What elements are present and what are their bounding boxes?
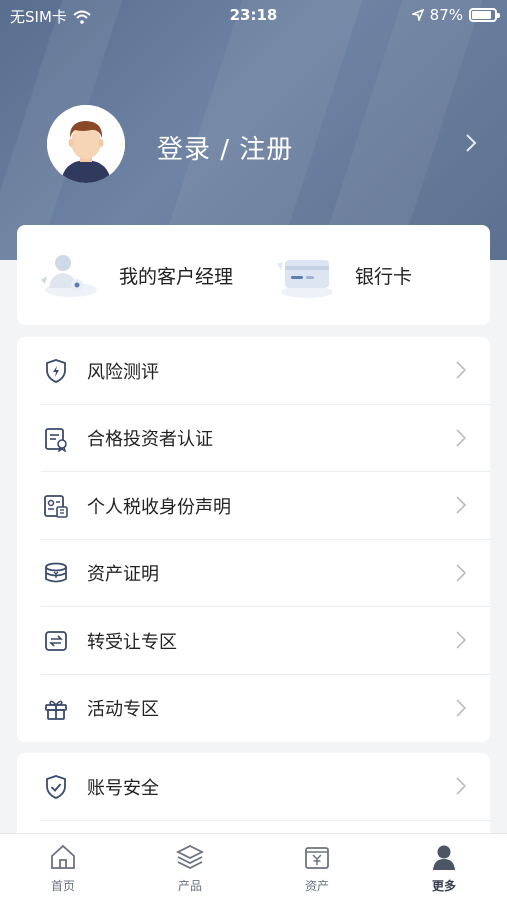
chevron-right-icon xyxy=(456,563,466,582)
location-arrow-icon xyxy=(411,9,424,21)
gift-icon xyxy=(45,700,67,720)
tab-label: 首页 xyxy=(50,879,75,893)
tab-products[interactable]: 产品 xyxy=(127,842,253,894)
chevron-right-icon xyxy=(456,496,466,514)
menu-item-qualified-investor[interactable]: 合格投资者认证 xyxy=(17,405,490,472)
shield-bolt-icon xyxy=(46,359,66,383)
chevron-right-icon xyxy=(456,777,466,795)
menu-item-risk-assessment[interactable]: 风险测评 xyxy=(17,337,490,405)
menu-item-label: 风险测评 xyxy=(87,361,159,383)
chevron-right-icon xyxy=(456,361,466,379)
battery-level-fill xyxy=(472,11,492,19)
user-avatar-icon[interactable] xyxy=(47,105,125,183)
menu-item-label: 资产证明 xyxy=(87,564,159,586)
tab-assets[interactable]: 资产 xyxy=(254,842,380,894)
quick-actions-card: 我的客户经理 银行卡 xyxy=(17,225,490,325)
bank-card-icon xyxy=(277,260,333,298)
menu-item-label: 个人税收身份声明 xyxy=(87,496,231,518)
chevron-right-icon xyxy=(456,698,466,717)
tab-label: 更多 xyxy=(431,879,456,893)
services-menu: 风险测评 合格投资者认证 个人税收身份声明 资产证明 转受让专区 活动专区 xyxy=(17,337,490,742)
bottom-tab-bar: 首页 产品 资产 更多 xyxy=(0,833,507,900)
menu-item-asset-proof[interactable]: 资产证明 xyxy=(17,540,490,607)
transfer-icon xyxy=(45,631,67,651)
menu-item-label: 活动专区 xyxy=(87,699,159,721)
security-menu: 账号安全 xyxy=(17,753,490,843)
menu-item-label: 账号安全 xyxy=(87,777,159,799)
battery-icon xyxy=(469,8,500,22)
menu-item-events-zone[interactable]: 活动专区 xyxy=(17,675,490,743)
shield-check-icon xyxy=(46,775,66,799)
divider xyxy=(41,819,490,821)
bank-card-button[interactable]: 银行卡 xyxy=(273,225,412,325)
chevron-right-icon xyxy=(456,428,466,447)
layers-icon xyxy=(175,844,205,870)
status-bar: 无SIM卡 23:18 87% xyxy=(0,0,507,30)
customer-manager-button[interactable]: 我的客户经理 xyxy=(37,225,233,325)
id-card-icon xyxy=(44,495,68,518)
login-register-link[interactable]: 登录 / 注册 xyxy=(157,129,293,166)
chevron-right-icon xyxy=(456,631,466,649)
bank-card-label: 银行卡 xyxy=(355,265,413,288)
tab-label: 资产 xyxy=(304,879,329,893)
tab-home[interactable]: 首页 xyxy=(0,842,126,894)
wallet-yuan-icon xyxy=(305,847,329,869)
customer-manager-label: 我的客户经理 xyxy=(119,265,234,288)
menu-item-tax-residency[interactable]: 个人税收身份声明 xyxy=(17,472,490,540)
person-icon xyxy=(433,845,455,870)
tab-more[interactable]: 更多 xyxy=(381,842,507,894)
customer-manager-icon xyxy=(41,255,97,297)
menu-item-label: 转受让专区 xyxy=(87,631,177,653)
chevron-right-icon[interactable] xyxy=(465,133,477,153)
menu-item-transfer-zone[interactable]: 转受让专区 xyxy=(17,607,490,675)
menu-item-account-security[interactable]: 账号安全 xyxy=(17,753,490,821)
tab-label: 产品 xyxy=(177,879,202,893)
home-icon xyxy=(51,844,75,869)
battery-percent: 87% xyxy=(429,6,463,24)
menu-item-label: 合格投资者认证 xyxy=(87,429,213,451)
certificate-icon xyxy=(45,427,67,452)
profile-header[interactable]: 登录 / 注册 xyxy=(0,105,507,185)
coin-stack-icon xyxy=(45,562,67,582)
